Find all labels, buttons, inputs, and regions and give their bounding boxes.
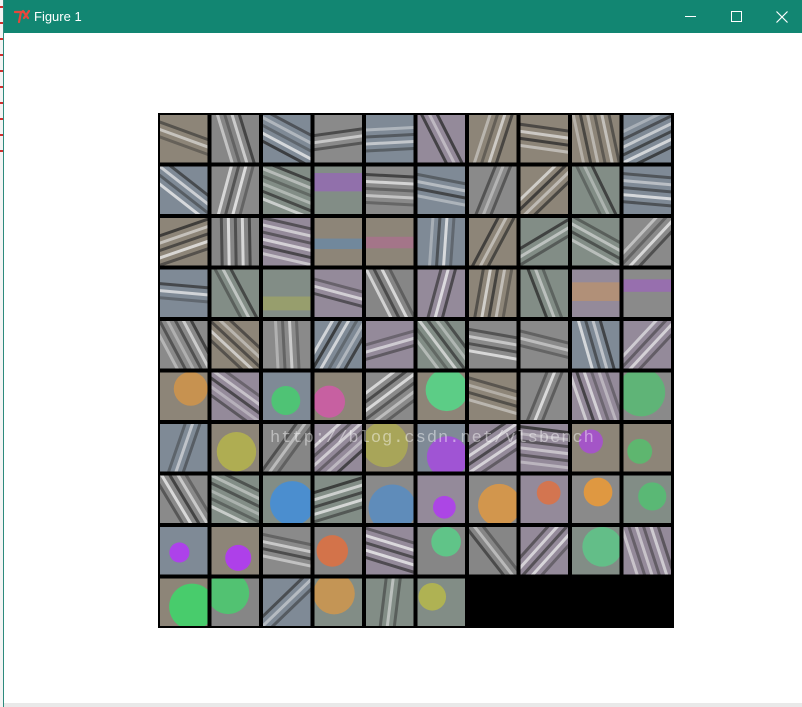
filter-tile xyxy=(572,527,620,575)
tk-feather-icon xyxy=(13,9,31,24)
filter-tile xyxy=(263,475,311,523)
filter-grid-image: http://blog.csdn.net/vlsbench xyxy=(158,113,674,628)
filter-tile xyxy=(211,527,259,575)
title-bar[interactable]: Figure 1 xyxy=(4,0,802,33)
filter-tile xyxy=(314,166,362,214)
filter-tile xyxy=(623,269,671,317)
filter-tile xyxy=(366,218,414,266)
filter-tile xyxy=(623,475,671,523)
figure-window: Figure 1 http://blog.csdn.net/vlsbench xyxy=(3,0,802,707)
filter-tile xyxy=(417,372,465,420)
filter-tile xyxy=(314,372,362,420)
filter-tile xyxy=(572,269,620,317)
minimize-icon xyxy=(684,16,696,17)
filter-tile xyxy=(160,527,208,575)
minimize-button[interactable] xyxy=(667,0,713,33)
maximize-icon xyxy=(730,11,742,22)
window-title: Figure 1 xyxy=(34,9,82,24)
filter-tile xyxy=(263,269,311,317)
filter-tile xyxy=(314,578,362,626)
close-icon xyxy=(776,10,788,23)
filter-tile xyxy=(572,475,620,523)
filter-tile xyxy=(160,578,208,626)
filter-tile xyxy=(211,424,259,472)
filter-tile xyxy=(623,424,671,472)
filter-tile xyxy=(211,578,259,626)
filter-tile xyxy=(623,372,671,420)
filter-tile xyxy=(366,475,414,523)
filter-tile xyxy=(160,372,208,420)
figure-canvas: http://blog.csdn.net/vlsbench xyxy=(5,33,802,703)
filter-tile xyxy=(263,372,311,420)
maximize-button[interactable] xyxy=(713,0,759,33)
filter-tile xyxy=(263,578,311,626)
filter-tile xyxy=(417,527,465,575)
window-bottom-edge xyxy=(4,703,802,707)
watermark-text: http://blog.csdn.net/vlsbench xyxy=(270,429,595,448)
filter-tile xyxy=(314,527,362,575)
filter-tile xyxy=(469,475,517,523)
close-button[interactable] xyxy=(759,0,802,33)
filter-grid-svg xyxy=(160,115,671,626)
filter-tile xyxy=(417,578,465,626)
filter-tile xyxy=(520,475,568,523)
filter-tile xyxy=(417,475,465,523)
filter-tile xyxy=(314,218,362,266)
